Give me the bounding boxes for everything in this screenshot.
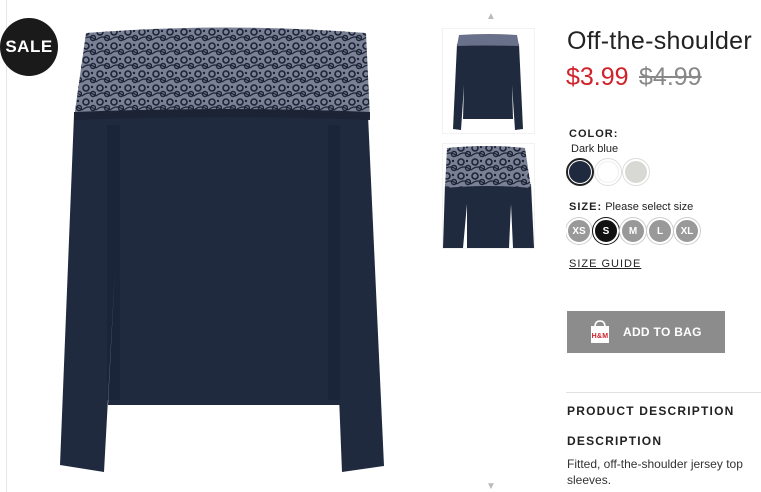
color-swatches: [566, 158, 650, 186]
size-label: SIZE:: [569, 201, 603, 213]
current-price: $3.99: [566, 63, 629, 91]
product-info-panel: Off-the-shoulder $3.99 $4.99 COLOR: Dark…: [566, 0, 761, 492]
thumbnail-scroll-up-icon[interactable]: ▲: [485, 12, 497, 22]
size-l[interactable]: L: [647, 218, 673, 244]
thumbnail-front-view[interactable]: [442, 28, 535, 134]
price-row: $3.99 $4.99: [566, 63, 702, 92]
brand-mark: H&M: [592, 333, 609, 340]
add-to-bag-label: ADD TO BAG: [623, 325, 702, 339]
thumbnail-scroll-down-icon[interactable]: ▼: [485, 482, 497, 492]
swatch-light-grey[interactable]: [622, 158, 650, 186]
section-divider: [566, 392, 761, 393]
size-options: XS S M L XL: [566, 218, 701, 244]
thumbnail-detail-view[interactable]: [442, 143, 535, 249]
size-xs[interactable]: XS: [566, 218, 592, 244]
swatch-white[interactable]: [594, 158, 622, 186]
color-label: COLOR:: [569, 128, 619, 140]
original-price: $4.99: [639, 63, 702, 91]
description-heading: DESCRIPTION: [567, 434, 663, 448]
main-product-image[interactable]: [12, 0, 432, 492]
color-value: Dark blue: [571, 143, 619, 155]
size-m[interactable]: M: [620, 218, 646, 244]
left-divider: [6, 0, 7, 492]
size-xl[interactable]: XL: [674, 218, 700, 244]
product-title: Off-the-shoulder: [567, 27, 752, 55]
add-to-bag-button[interactable]: H&M ADD TO BAG: [567, 311, 725, 353]
product-description-heading[interactable]: PRODUCT DESCRIPTION: [567, 404, 734, 418]
shopping-bag-icon: H&M: [589, 320, 611, 344]
size-row: SIZE: Please select size: [569, 201, 693, 213]
swatch-dark-blue[interactable]: [566, 158, 594, 186]
sale-badge: SALE: [0, 18, 58, 76]
size-guide-link[interactable]: SIZE GUIDE: [569, 258, 641, 270]
size-s[interactable]: S: [593, 218, 619, 244]
size-hint: Please select size: [605, 201, 694, 213]
description-text: Fitted, off-the-shoulder jersey top slee…: [567, 457, 743, 487]
